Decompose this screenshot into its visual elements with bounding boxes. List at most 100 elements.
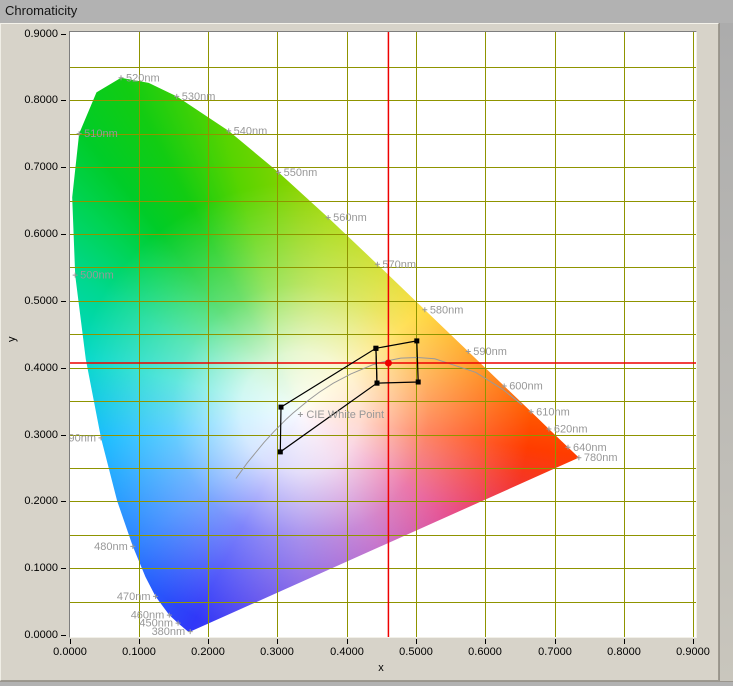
- x-axis-tick: [70, 639, 71, 644]
- y-axis-tick-label: 0.0000: [0, 629, 58, 641]
- wavelength-label: 460nm: [131, 610, 165, 622]
- y-axis-tick-label: 0.7000: [0, 161, 58, 173]
- y-axis-tick-label: 0.8000: [0, 94, 58, 106]
- y-axis-tick-label: 0.9000: [0, 28, 58, 40]
- x-axis-tick: [624, 639, 625, 644]
- x-axis-tick-label: 0.7000: [525, 646, 585, 658]
- wavelength-tick-marker: [576, 455, 581, 460]
- x-axis-tick-label: 0.2000: [178, 646, 238, 658]
- x-axis-title: x: [366, 662, 396, 676]
- wavelength-label: 480nm: [94, 541, 128, 553]
- wavelength-tick-marker: [77, 131, 82, 136]
- chromaticity-window: Chromaticity y x 520nm 530nm 510nm 540nm 550…: [0, 0, 733, 686]
- cie-horseshoe-gamut: [70, 32, 696, 637]
- wavelength-tick-marker: [98, 435, 103, 440]
- wavelength-tick-marker: [130, 544, 135, 549]
- x-axis-tick: [208, 639, 209, 644]
- plot-overlay: 520nm530nm510nm540nm550nm560nm570nm580nm…: [70, 32, 696, 637]
- y-axis-tick: [61, 435, 66, 436]
- wavelength-tick-marker: [188, 629, 193, 634]
- wavelength-tick-marker: [502, 384, 507, 389]
- quad-vertex-marker: [375, 381, 380, 386]
- y-axis-tick: [61, 501, 66, 502]
- x-axis-tick-label: 0.8000: [594, 646, 654, 658]
- y-axis-tick-label: 0.1000: [0, 562, 58, 574]
- wavelength-tick-marker: [276, 170, 281, 175]
- wavelength-tick-marker: [119, 75, 124, 80]
- wavelength-label: 380nm: [152, 626, 186, 637]
- wavelength-label: 600nm: [509, 381, 543, 393]
- wavelength-label: 620nm: [554, 423, 588, 435]
- measured-point-marker: [385, 360, 392, 367]
- plot-area[interactable]: 520nm530nm510nm540nm550nm560nm570nm580nm…: [69, 31, 697, 638]
- wavelength-label: 570nm: [382, 259, 416, 271]
- y-axis-tick: [61, 167, 66, 168]
- x-axis-tick: [555, 639, 556, 644]
- quad-vertex-marker: [373, 346, 378, 351]
- y-axis-tick-label: 0.5000: [0, 295, 58, 307]
- wavelength-tick-marker: [73, 273, 78, 278]
- x-axis-tick-label: 0.3000: [247, 646, 307, 658]
- y-axis-tick-label: 0.3000: [0, 429, 58, 441]
- y-axis-tick: [61, 100, 66, 101]
- panel-titlebar: Chromaticity: [0, 0, 733, 23]
- wavelength-label: 510nm: [84, 128, 118, 140]
- y-axis-tick: [61, 635, 66, 636]
- wavelength-label: 540nm: [234, 125, 268, 137]
- x-axis-tick: [485, 639, 486, 644]
- wavelength-tick-marker: [167, 613, 172, 618]
- y-axis-tick: [61, 568, 66, 569]
- wavelength-tick-marker: [226, 128, 231, 133]
- quad-vertex-marker: [278, 449, 283, 454]
- wavelength-tick-marker: [174, 94, 179, 99]
- wavelength-label: 500nm: [80, 270, 114, 282]
- wavelength-tick-marker: [176, 621, 181, 626]
- y-axis-tick-label: 0.6000: [0, 228, 58, 240]
- wavelength-tick-marker: [529, 409, 534, 414]
- quad-vertex-marker: [414, 338, 419, 343]
- wavelength-label: 780nm: [584, 452, 618, 464]
- panel-right-bevel: [719, 23, 733, 681]
- wavelength-tick-marker: [466, 349, 471, 354]
- wavelength-label: 580nm: [430, 304, 464, 316]
- y-axis-tick: [61, 301, 66, 302]
- x-axis-tick: [277, 639, 278, 644]
- x-axis-tick-label: 0.9000: [663, 646, 723, 658]
- panel-bottom-bevel: [0, 681, 733, 686]
- wavelength-tick-marker: [565, 445, 570, 450]
- quad-vertex-marker: [373, 346, 378, 351]
- x-axis-tick: [693, 639, 694, 644]
- gridlines: [70, 32, 696, 637]
- wavelength-label: 490nm: [70, 432, 96, 444]
- y-axis-tick: [61, 234, 66, 235]
- quad-vertex-marker: [416, 380, 421, 385]
- y-axis-tick-label: 0.2000: [0, 495, 58, 507]
- wavelength-tick-marker: [546, 426, 551, 431]
- tolerance-quad: [376, 341, 418, 383]
- y-axis-title: y: [6, 326, 22, 342]
- x-axis-tick-label: 0.0000: [40, 646, 100, 658]
- x-axis-tick-label: 0.5000: [386, 646, 446, 658]
- wavelength-label: 640nm: [573, 442, 607, 454]
- y-axis-tick: [61, 368, 66, 369]
- white-point-label: CIE White Point: [306, 409, 384, 421]
- x-axis-tick-label: 0.6000: [455, 646, 515, 658]
- x-axis-tick-label: 0.4000: [317, 646, 377, 658]
- wavelength-label: 610nm: [536, 406, 570, 418]
- wavelength-label: 520nm: [126, 72, 160, 84]
- x-axis-tick: [139, 639, 140, 644]
- wavelength-tick-marker: [375, 262, 380, 267]
- y-axis-tick-label: 0.4000: [0, 362, 58, 374]
- wavelength-tick-marker: [326, 215, 331, 220]
- wavelength-label: 530nm: [182, 91, 216, 103]
- wavelength-label: 550nm: [284, 167, 318, 179]
- wavelength-tick-marker: [422, 307, 427, 312]
- quad-vertex-marker: [375, 381, 380, 386]
- quad-vertex-marker: [279, 405, 284, 410]
- wavelength-label: 590nm: [473, 346, 507, 358]
- x-axis-tick-label: 0.1000: [109, 646, 169, 658]
- wavelength-tick-marker: [153, 594, 158, 599]
- tolerance-quad: [280, 348, 377, 452]
- y-axis-tick: [61, 34, 66, 35]
- white-point-marker: [298, 412, 303, 417]
